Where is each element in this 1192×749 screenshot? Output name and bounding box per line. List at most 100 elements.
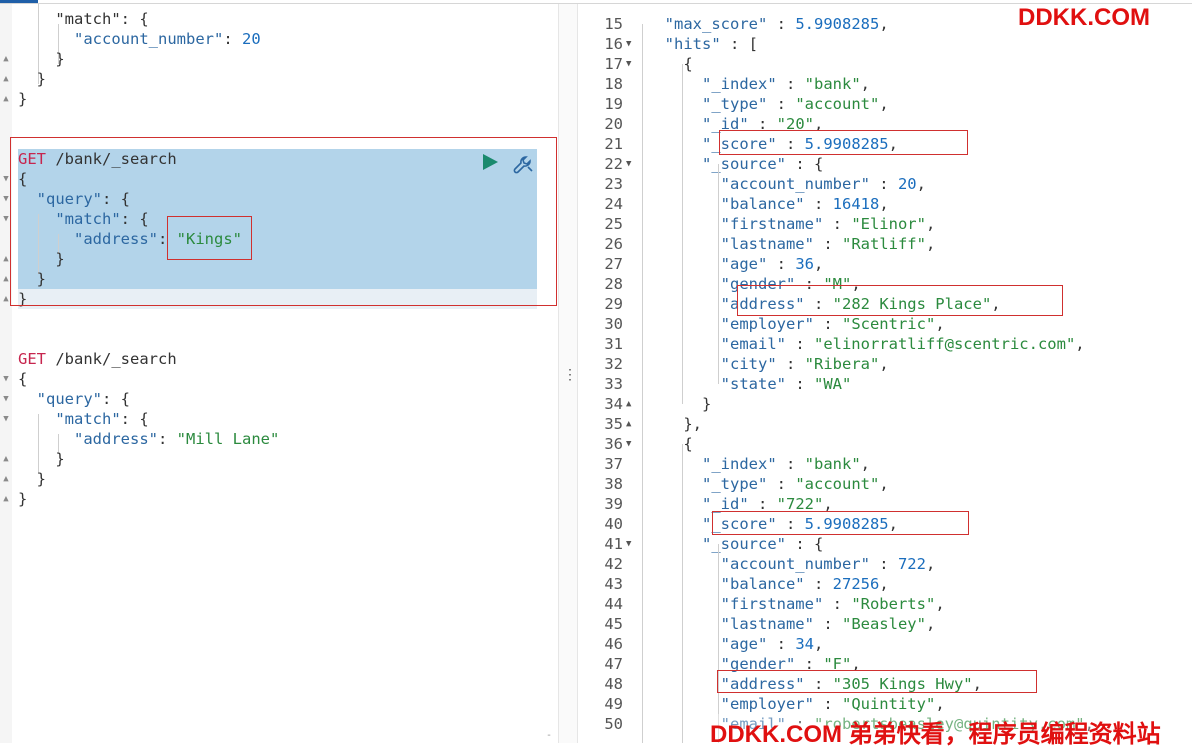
fold-marker[interactable]: ▲ <box>1 473 11 485</box>
code-line[interactable]: "match": { <box>18 9 148 29</box>
output-line: { <box>646 54 692 74</box>
output-line: "email" : "elinorratliff@scentric.com", <box>646 334 1085 354</box>
fold-marker[interactable]: ▼ <box>626 534 636 554</box>
code-token: : <box>785 335 814 353</box>
fold-marker[interactable]: ▲ <box>1 53 11 65</box>
code-token: } <box>18 90 28 108</box>
code-token: , <box>879 95 889 113</box>
output-line: "lastname" : "Beasley", <box>646 614 936 634</box>
line-number: 39 <box>604 495 623 513</box>
code-token: "hits" <box>664 35 721 53</box>
code-token: "elinorratliff@scentric.com" <box>813 335 1076 353</box>
code-token: , <box>935 595 945 613</box>
code-token: : <box>813 695 842 713</box>
request-line-mill-lane[interactable]: GET /bank/_search <box>18 349 177 369</box>
fold-marker[interactable]: ▲ <box>626 394 636 414</box>
code-token: : <box>223 30 242 48</box>
fold-marker[interactable]: ▲ <box>626 414 636 434</box>
code-line[interactable]: } <box>18 89 27 109</box>
code-line[interactable]: "account_number": 20 <box>18 29 261 49</box>
code-token: "Mill Lane" <box>176 430 280 448</box>
code-token: } <box>646 395 712 413</box>
drag-handle-icon[interactable]: ⋮ <box>563 368 577 382</box>
resize-dash: - <box>546 730 553 741</box>
line-number: 44 <box>604 595 623 613</box>
code-token: "_index" <box>702 75 777 93</box>
output-line: "firstname" : "Roberts", <box>646 594 945 614</box>
annotation-box-request <box>10 137 557 306</box>
output-line: "employer" : "Scentric", <box>646 314 945 334</box>
code-token: }, <box>646 415 702 433</box>
code-token: : <box>823 595 852 613</box>
fold-marker[interactable]: ▲ <box>1 73 11 85</box>
code-line[interactable]: "match": { <box>18 409 148 429</box>
line-number: 26 <box>604 235 623 253</box>
code-token: "Beasley" <box>841 615 926 633</box>
code-token: , <box>1075 335 1085 353</box>
line-number: 19 <box>604 95 623 113</box>
response-output[interactable]: 15 "max_score" : 5.9908285, 16 ▼ "hits" : … <box>578 4 1192 743</box>
fold-marker[interactable]: ▼ <box>1 393 11 405</box>
fold-marker[interactable]: ▼ <box>626 154 636 174</box>
code-line[interactable]: { <box>18 369 27 389</box>
code-line[interactable]: } <box>18 489 27 509</box>
fold-marker[interactable]: ▼ <box>1 373 11 385</box>
code-token: : <box>869 555 898 573</box>
line-number: 15 <box>604 15 623 33</box>
fold-marker[interactable]: ▲ <box>1 493 11 505</box>
code-token: "age" <box>720 255 768 273</box>
fold-marker[interactable]: ▼ <box>626 54 636 74</box>
watermark-top: DDKK.COM <box>1018 4 1150 31</box>
output-line: "lastname" : "Ratliff", <box>646 234 936 254</box>
code-token: 34 <box>795 635 814 653</box>
code-token: : <box>767 635 796 653</box>
code-line[interactable]: } <box>18 469 46 489</box>
code-line[interactable]: } <box>18 69 46 89</box>
code-token: "address" <box>74 430 158 448</box>
code-token: , <box>916 175 926 193</box>
fold-marker[interactable]: ▲ <box>1 453 11 465</box>
fold-marker[interactable]: ▲ <box>1 93 11 105</box>
code-token: : <box>823 215 852 233</box>
code-token: "bank" <box>804 75 861 93</box>
code-token: "_source" <box>702 155 786 173</box>
request-editor[interactable]: ▲ ▲ ▲ ▼ ▼ ▼ ▲ ▲ ▲ ▼ ▼ ▼ ▲ ▲ ▲ "match": {… <box>0 4 558 743</box>
pane-splitter[interactable]: ⋮ <box>558 4 578 743</box>
code-line[interactable]: } <box>18 449 65 469</box>
code-token: "firstname" <box>720 215 824 233</box>
line-number: 23 <box>604 175 623 193</box>
fold-marker[interactable]: ▼ <box>1 413 11 425</box>
code-token: } <box>18 450 65 468</box>
code-token: : <box>776 355 805 373</box>
code-line[interactable]: "query": { <box>18 389 130 409</box>
code-line[interactable]: "address": "Mill Lane" <box>18 429 279 449</box>
output-line: "max_score" : 5.9908285, <box>646 14 889 34</box>
code-line[interactable]: } <box>18 49 64 69</box>
fold-marker[interactable]: ▼ <box>626 434 636 454</box>
code-token: "employer" <box>720 315 814 333</box>
output-line: "_index" : "bank", <box>646 74 870 94</box>
output-line: "firstname" : "Elinor", <box>646 214 936 234</box>
code-token: : <box>158 430 177 448</box>
fold-marker[interactable]: ▼ <box>626 34 636 54</box>
code-token: "Scentric" <box>841 315 936 333</box>
code-token: , <box>860 455 870 473</box>
code-token: , <box>935 695 945 713</box>
output-line: } <box>646 394 711 414</box>
line-number: 48 <box>604 675 623 693</box>
code-token: , <box>814 635 824 653</box>
code-token: /bank/_search <box>46 350 177 368</box>
code-token: } <box>18 470 46 488</box>
code-token: : <box>767 95 796 113</box>
